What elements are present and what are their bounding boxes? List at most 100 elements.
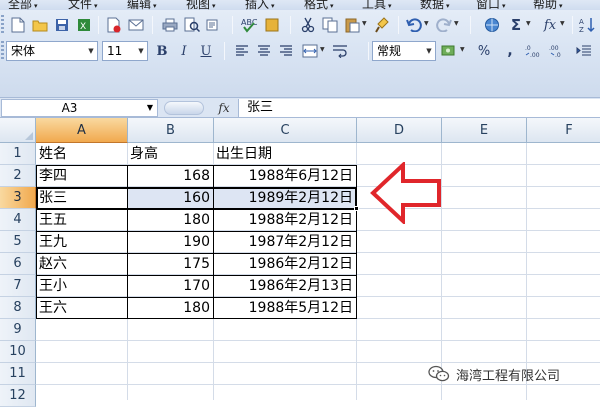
excel-icon[interactable]: X [74,15,94,35]
cell-b4[interactable]: 180 [128,209,213,231]
autosum-dropdown-icon[interactable]: ▼ [526,20,531,27]
research-book-icon[interactable] [262,15,282,35]
name-box[interactable]: A3 ▼ [1,99,158,117]
permission-icon[interactable] [104,15,124,35]
copy-icon[interactable] [320,15,340,35]
fill-handle[interactable] [354,206,359,211]
italic-button[interactable]: I [174,41,194,61]
sort-ascending-icon[interactable]: AZ [578,15,598,35]
menu-insert[interactable]: 插入 ▾ [245,0,275,10]
paste-dropdown-icon[interactable]: ▼ [362,20,367,27]
increase-decimal-icon[interactable]: .0.00 [524,41,544,61]
chevron-down-icon[interactable]: ▼ [135,42,147,60]
cell-c8[interactable]: 1988年5月12日 [214,297,356,319]
row-header-4[interactable]: 4 [0,209,36,231]
menu-format[interactable]: 格式 ▾ [304,0,334,10]
function-dropdown-icon[interactable]: ▼ [560,20,565,27]
select-all-button[interactable] [0,118,36,143]
menu-file[interactable]: 文件 ▾ [68,0,98,10]
align-left-icon[interactable] [232,41,252,61]
menu-all[interactable]: 全部 ▾ [8,0,38,10]
font-size-select[interactable]: 11 ▼ [102,41,148,61]
row-header-3[interactable]: 3 [0,187,36,209]
row-header-11[interactable]: 11 [0,363,36,385]
percent-button[interactable]: % [474,41,494,61]
column-header-a[interactable]: A [36,118,128,143]
column-header-e[interactable]: E [442,118,527,143]
cell-b1[interactable]: 身高 [128,143,213,165]
decrease-decimal-icon[interactable]: .00.0 [548,41,568,61]
currency-dropdown-icon[interactable]: ▼ [460,46,465,53]
insert-function-button[interactable]: fx [540,15,560,35]
row-header-6[interactable]: 6 [0,253,36,275]
formula-bar-resize-handle[interactable] [164,101,204,115]
column-header-b[interactable]: B [128,118,214,143]
chevron-down-icon[interactable]: ▼ [85,42,97,60]
cell-b8[interactable]: 180 [128,297,213,319]
cell-a3[interactable]: 张三 [37,187,127,209]
cell-c2[interactable]: 1988年6月12日 [214,165,356,187]
menu-window[interactable]: 窗口 ▾ [476,0,506,10]
chevron-down-icon[interactable]: ▼ [147,100,153,116]
align-right-icon[interactable] [276,41,296,61]
cell-a2[interactable]: 李四 [37,165,127,187]
email-icon[interactable] [126,15,146,35]
toolbar-grip[interactable] [1,15,4,35]
menu-data[interactable]: 数据 ▾ [420,0,450,10]
bold-button[interactable]: B [152,41,172,61]
cell-a5[interactable]: 王九 [37,231,127,253]
print-icon[interactable] [160,15,180,35]
menu-view[interactable]: 视图 ▾ [186,0,216,10]
row-header-10[interactable]: 10 [0,341,36,363]
print-preview-icon[interactable] [182,15,202,35]
toolbar-grip[interactable] [1,41,4,61]
column-header-c[interactable]: C [214,118,357,143]
cell-b5[interactable]: 190 [128,231,213,253]
cut-icon[interactable] [298,15,318,35]
align-center-icon[interactable] [254,41,274,61]
cell-c1[interactable]: 出生日期 [214,143,356,165]
chevron-down-icon[interactable]: ▼ [423,42,435,60]
cell-a6[interactable]: 赵六 [37,253,127,275]
merge-center-icon[interactable] [300,41,320,61]
cell-c3[interactable]: 1989年2月12日 [214,187,356,209]
menu-edit[interactable]: 编辑 ▾ [127,0,157,10]
autosum-button[interactable]: Σ [506,15,526,35]
cell-c6[interactable]: 1986年2月12日 [214,253,356,275]
cell-b7[interactable]: 170 [128,275,213,297]
insert-function-icon[interactable]: fx [214,99,234,117]
cell-a7[interactable]: 王小 [37,275,127,297]
undo-icon[interactable] [404,15,424,35]
cell-b6[interactable]: 175 [128,253,213,275]
column-header-f[interactable]: F [527,118,600,143]
cell-c7[interactable]: 1986年2月13日 [214,275,356,297]
wrap-text-icon[interactable] [330,41,350,61]
new-icon[interactable] [8,15,28,35]
row-header-5[interactable]: 5 [0,231,36,253]
underline-button[interactable]: U [196,41,216,61]
menu-tools[interactable]: 工具 ▾ [362,0,392,10]
merge-dropdown-icon[interactable]: ▼ [320,46,325,53]
formula-input[interactable]: 张三 [238,99,600,117]
number-format-select[interactable]: 常规 ▼ [372,41,436,61]
undo-dropdown-icon[interactable]: ▼ [424,20,429,27]
save-icon[interactable] [52,15,72,35]
cell-b2[interactable]: 168 [128,165,213,187]
cell-c5[interactable]: 1987年2月12日 [214,231,356,253]
cell-b3[interactable]: 160 [128,187,213,209]
redo-icon[interactable] [434,15,454,35]
font-name-select[interactable]: 宋体 ▼ [6,41,98,61]
hyperlink-icon[interactable] [482,15,502,35]
row-header-7[interactable]: 7 [0,275,36,297]
row-header-1[interactable]: 1 [0,143,36,165]
row-header-2[interactable]: 2 [0,165,36,187]
column-header-d[interactable]: D [357,118,442,143]
currency-icon[interactable] [440,41,460,61]
redo-dropdown-icon[interactable]: ▼ [454,20,459,27]
cell-c4[interactable]: 1988年2月12日 [214,209,356,231]
cell-a1[interactable]: 姓名 [37,143,127,165]
menu-help[interactable]: 帮助 ▾ [533,0,563,10]
open-icon[interactable] [30,15,50,35]
indent-icon[interactable] [574,41,594,61]
comma-style-button[interactable]: , [500,41,520,61]
